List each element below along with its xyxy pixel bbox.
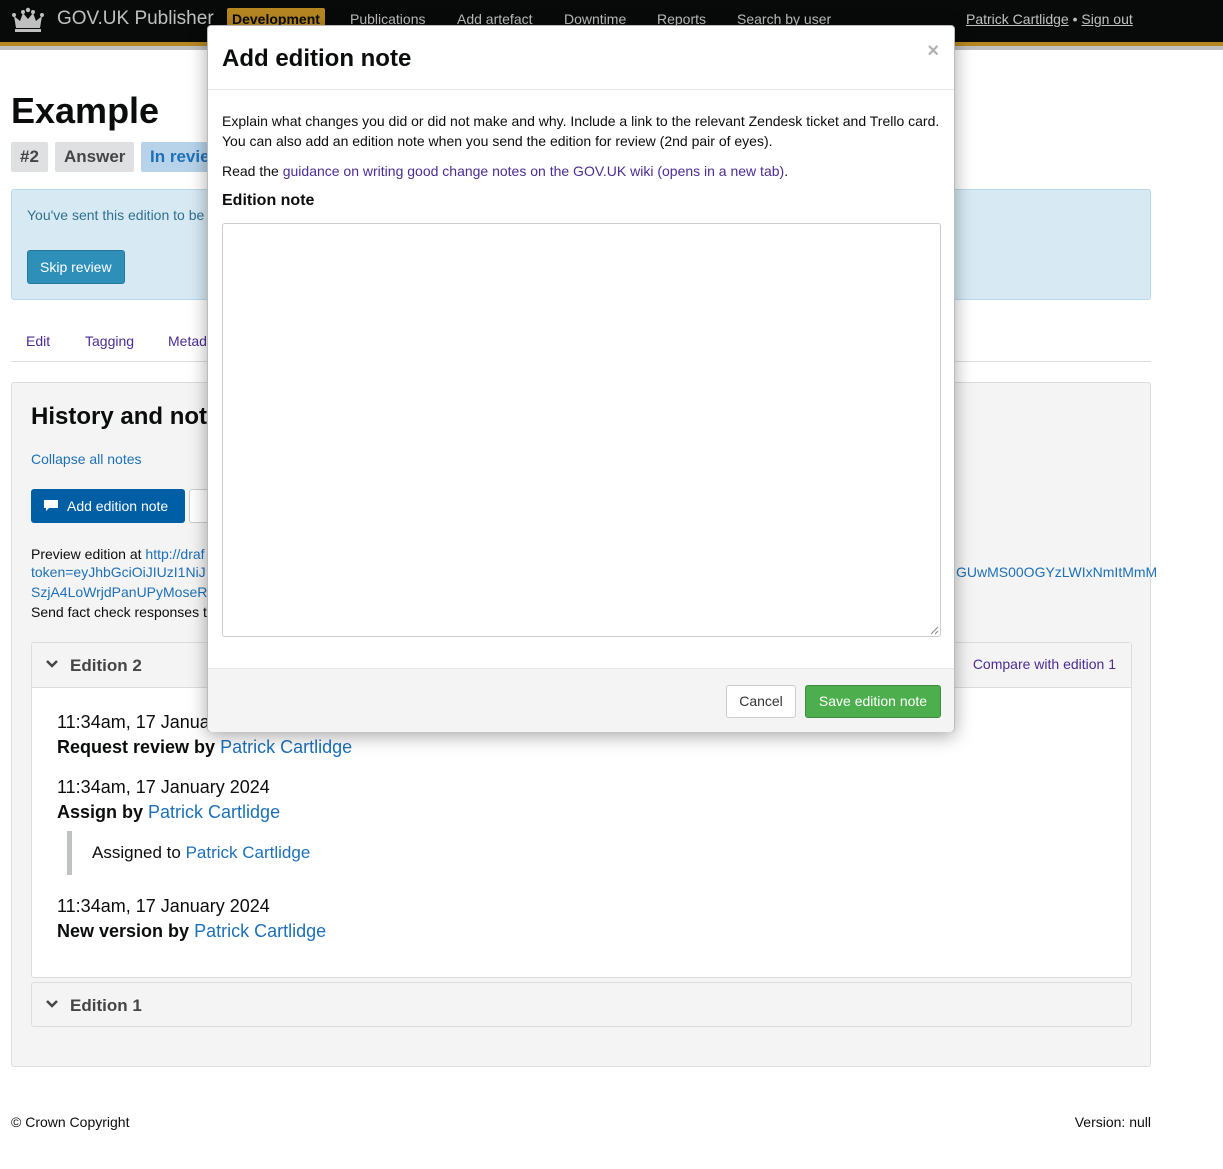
compare-editions-link[interactable]: Compare with edition 1 — [973, 656, 1116, 672]
preview-link[interactable]: http://draf — [145, 546, 204, 562]
skip-review-button[interactable]: Skip review — [27, 250, 125, 284]
entry-action: Assign by Patrick Cartlidge — [57, 802, 280, 823]
guidance-link[interactable]: guidance on writing good change notes on… — [283, 163, 784, 179]
comment-icon — [44, 500, 58, 511]
tab-edit[interactable]: Edit — [26, 333, 50, 349]
modal-footer: Cancel Save edition note — [208, 668, 954, 732]
modal-intro: Explain what changes you did or did not … — [222, 113, 940, 149]
entry-action: Request review by Patrick Cartlidge — [57, 737, 352, 758]
save-edition-note-button[interactable]: Save edition note — [805, 685, 941, 718]
add-edition-note-modal: Add edition note × Explain what changes … — [207, 25, 955, 732]
guidance-suffix: . — [784, 163, 789, 179]
edition-1-header[interactable]: Edition 1 — [31, 982, 1132, 1027]
preview-token-start[interactable]: token=eyJhbGciOiJIUzI1NiJ — [31, 564, 206, 580]
collapse-all-notes-link[interactable]: Collapse all notes — [31, 451, 142, 467]
status-tag: In revie — [141, 142, 207, 172]
assignment-quote: Assigned to Patrick Cartlidge — [67, 831, 310, 875]
preview-line: Preview edition at http://draf — [31, 544, 205, 564]
entry-time: 11:34am, 17 January 2024 — [57, 896, 270, 916]
entry-user-link[interactable]: Patrick Cartlidge — [194, 921, 326, 941]
resize-handle-icon[interactable] — [930, 626, 939, 635]
history-title: History and note — [31, 403, 221, 430]
edition-note-label: Edition note — [222, 192, 315, 209]
format-tag: Answer — [55, 142, 135, 172]
entry-user-link[interactable]: Patrick Cartlidge — [148, 802, 280, 822]
preview-token-end[interactable]: GUwMS00OGYzLWIxNmItMmM — [956, 564, 1157, 580]
entry-action: New version by Patrick Cartlidge — [57, 921, 326, 942]
add-edition-note-label: Add edition note — [67, 498, 169, 514]
preview-token-line2[interactable]: SzjA4LoWrjdPanUPyMoseR — [31, 584, 207, 600]
guidance-prefix: Read the — [222, 163, 283, 179]
edition-note-textarea[interactable] — [222, 223, 941, 637]
modal-body: Explain what changes you did or did not … — [222, 111, 940, 181]
chevron-down-icon — [46, 660, 58, 668]
page-title: Example — [11, 90, 160, 131]
fact-check-text: Send fact check responses t — [31, 604, 207, 620]
tab-metadata[interactable]: Metad — [168, 333, 207, 349]
quote-user-link[interactable]: Patrick Cartlidge — [186, 843, 311, 862]
add-edition-note-button[interactable]: Add edition note — [31, 489, 185, 523]
cancel-button[interactable]: Cancel — [726, 685, 796, 718]
entry-time: 11:34am, 17 Janua — [57, 712, 210, 732]
entry-action-text: Assign by — [57, 802, 149, 822]
footer-version: Version: null — [1074, 1114, 1151, 1130]
edition-2-title: Edition 2 — [70, 656, 142, 675]
edition-1-title: Edition 1 — [70, 996, 142, 1015]
tab-tagging[interactable]: Tagging — [85, 333, 134, 349]
quote-prefix: Assigned to — [92, 843, 186, 862]
edition-number-tag: #2 — [11, 142, 48, 172]
modal-title: Add edition note — [222, 45, 412, 72]
entry-action-text: New version by — [57, 921, 195, 941]
footer-copyright: © Crown Copyright — [11, 1114, 130, 1130]
entry-action-text: Request review by — [57, 737, 221, 757]
preview-prefix: Preview edition at — [31, 546, 146, 562]
entry-time: 11:34am, 17 January 2024 — [57, 777, 270, 797]
entry-user-link[interactable]: Patrick Cartlidge — [220, 737, 352, 757]
modal-header: Add edition note × — [208, 26, 954, 90]
notice-text: You've sent this edition to be — [27, 207, 205, 223]
close-icon[interactable]: × — [927, 40, 939, 63]
guidance-paragraph: Read the guidance on writing good change… — [222, 161, 940, 181]
chevron-down-icon — [46, 1000, 58, 1008]
